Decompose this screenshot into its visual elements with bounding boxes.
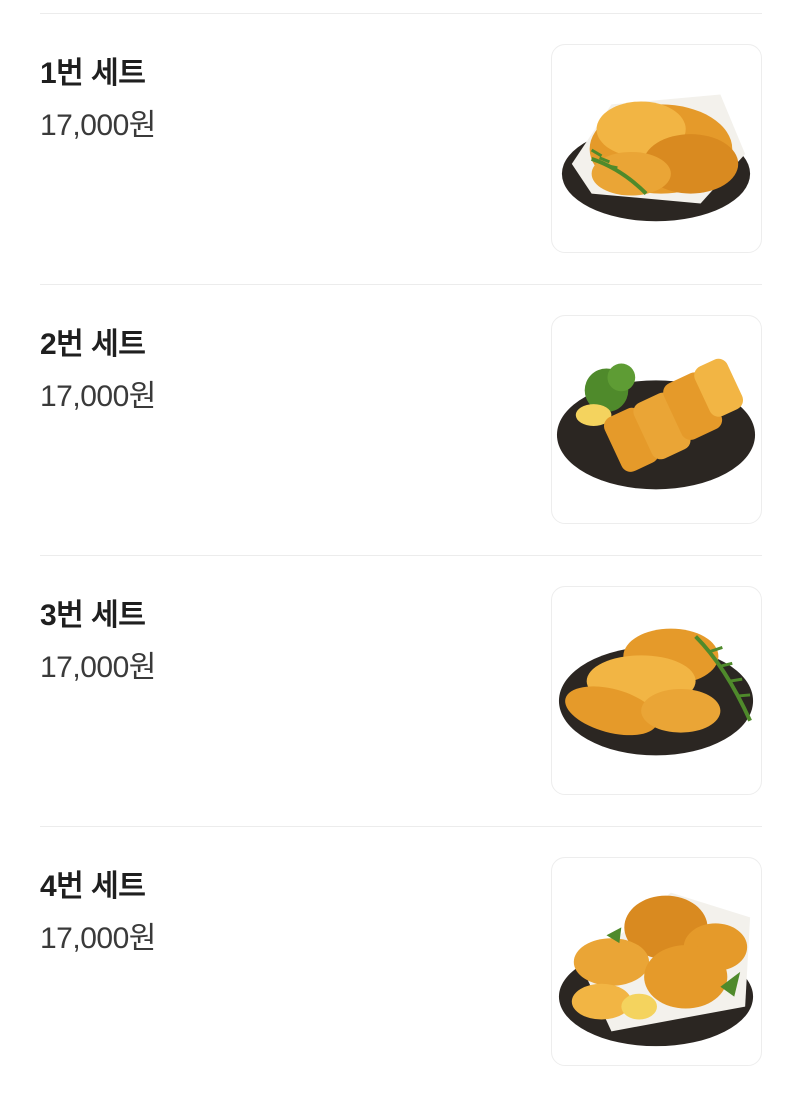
menu-item-price: 17,000원 — [40, 380, 156, 413]
menu-item-price: 17,000원 — [40, 922, 156, 955]
menu-item-name: 2번 세트 — [40, 328, 146, 361]
menu-item-name: 1번 세트 — [40, 57, 146, 90]
menu-item-1[interactable]: 1번 세트 17,000원 — [40, 14, 762, 285]
fried-tender-platter-icon[interactable] — [551, 586, 762, 795]
menu-list: 1번 세트 17,000원 2번 세트 17,000원 3번 세트 17,000… — [40, 0, 762, 1098]
mixed-cutlet-platter-icon[interactable] — [551, 857, 762, 1066]
menu-item-3[interactable]: 3번 세트 17,000원 — [40, 556, 762, 827]
sliced-cutlet-platter-icon[interactable] — [551, 315, 762, 524]
menu-item-2[interactable]: 2번 세트 17,000원 — [40, 285, 762, 556]
menu-item-price: 17,000원 — [40, 651, 156, 684]
menu-item-name: 3번 세트 — [40, 599, 146, 632]
menu-item-4[interactable]: 4번 세트 17,000원 — [40, 827, 762, 1098]
menu-item-price: 17,000원 — [40, 109, 156, 142]
menu-item-name: 4번 세트 — [40, 870, 146, 903]
fried-cutlet-platter-icon[interactable] — [551, 44, 762, 253]
